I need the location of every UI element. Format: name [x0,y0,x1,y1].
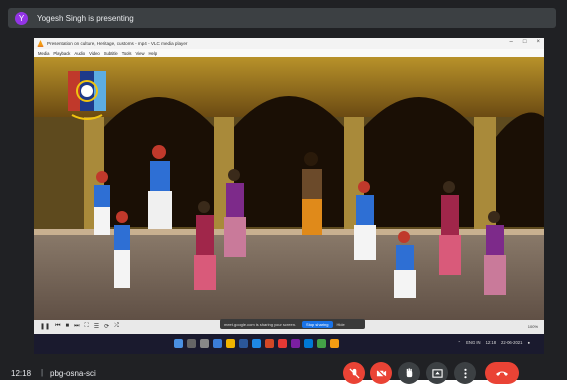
menu-audio[interactable]: Audio [74,51,85,56]
separator: | [41,368,44,377]
presenting-text: Yogesh Singh is presenting [37,13,134,23]
more-vertical-icon [463,368,467,378]
meet-icon[interactable] [317,339,326,348]
wifi-icon[interactable]: ⌃ [458,340,462,345]
menu-help[interactable]: Help [149,51,158,56]
more-options-button[interactable] [454,362,476,384]
menu-subtitle[interactable]: Subtitle [104,51,118,56]
meeting-clock: 12:18 [11,369,32,378]
hand-icon [406,367,412,377]
mail-icon[interactable] [304,339,313,348]
camera-off-button[interactable] [370,362,392,384]
volume-level[interactable]: 100% [528,324,538,329]
shuffle-icon[interactable]: ⤮ [114,323,119,330]
mic-off-button[interactable] [343,362,365,384]
word-icon[interactable] [239,339,248,348]
camera-off-icon [375,367,387,379]
sharing-message: meet.google.com is sharing your screen. [224,321,297,327]
phone-hangup-icon [496,371,508,376]
menu-video[interactable]: Video [89,51,100,56]
fullscreen-icon[interactable]: ⛶ [85,323,89,330]
search-icon[interactable] [187,339,196,348]
vlc-menu-bar: Media Playback Audio Video Subtitle Tool… [34,49,544,57]
windows-taskbar: ⌃ ENG IN 12:18 22-06-2021 ● [34,334,544,354]
edge-icon[interactable] [252,339,261,348]
meeting-code: pbg-osna-sci [50,369,96,378]
tray-date: 22-06-2021 [501,340,523,345]
menu-media[interactable]: Media [38,51,49,56]
vlc-window-title: Presentation on culture, Heritage, custo… [47,41,188,46]
tray-language[interactable]: ENG IN [466,340,480,345]
hide-button[interactable]: Hide [337,322,345,327]
vlc-cone-icon [37,40,44,47]
chrome-icon[interactable] [278,339,287,348]
present-icon [431,368,443,378]
file-explorer-icon[interactable] [226,339,235,348]
meet-window: Y Yogesh Singh is presenting Presentatio… [0,0,567,384]
maximize-icon[interactable]: □ [523,39,527,45]
notification-icon[interactable]: ● [527,340,530,345]
video-frame[interactable] [34,57,544,332]
end-call-button[interactable] [485,362,519,384]
presenter-banner: Y Yogesh Singh is presenting [8,8,556,28]
sharing-notice: meet.google.com is sharing your screen. … [220,319,365,329]
close-icon[interactable]: × [536,39,540,45]
next-icon[interactable]: ⏭ [74,323,79,330]
previous-icon[interactable]: ⏮ [55,323,60,330]
meet-bottom-bar: 12:18 | pbg-osna-sci [0,354,567,384]
vlc-title-bar: Presentation on culture, Heritage, custo… [34,38,544,49]
stop-icon[interactable]: ■ [65,323,69,330]
menu-tools[interactable]: Tools [122,51,132,56]
mic-off-icon [348,367,360,379]
shared-screen: Presentation on culture, Heritage, custo… [34,38,544,340]
presenter-avatar: Y [15,11,28,25]
stop-sharing-button[interactable]: Stop sharing [302,320,333,328]
playlist-icon[interactable]: ☰ [94,323,99,330]
store-icon[interactable] [213,339,222,348]
loop-icon[interactable]: ⟳ [104,323,109,330]
task-view-icon[interactable] [200,339,209,348]
menu-view[interactable]: View [136,51,145,56]
pause-icon[interactable]: ❚❚ [40,323,50,330]
tray-time: 12:18 [485,340,497,345]
raise-hand-button[interactable] [398,362,420,384]
present-button[interactable] [426,362,448,384]
powerpoint-icon[interactable] [265,339,274,348]
menu-playback[interactable]: Playback [53,51,70,56]
system-tray: ⌃ ENG IN 12:18 22-06-2021 ● [458,340,530,345]
windows-start-icon[interactable] [174,339,183,348]
vlc-taskbar-icon[interactable] [330,339,339,348]
app-icon[interactable] [291,339,300,348]
minimize-icon[interactable]: – [510,39,513,45]
